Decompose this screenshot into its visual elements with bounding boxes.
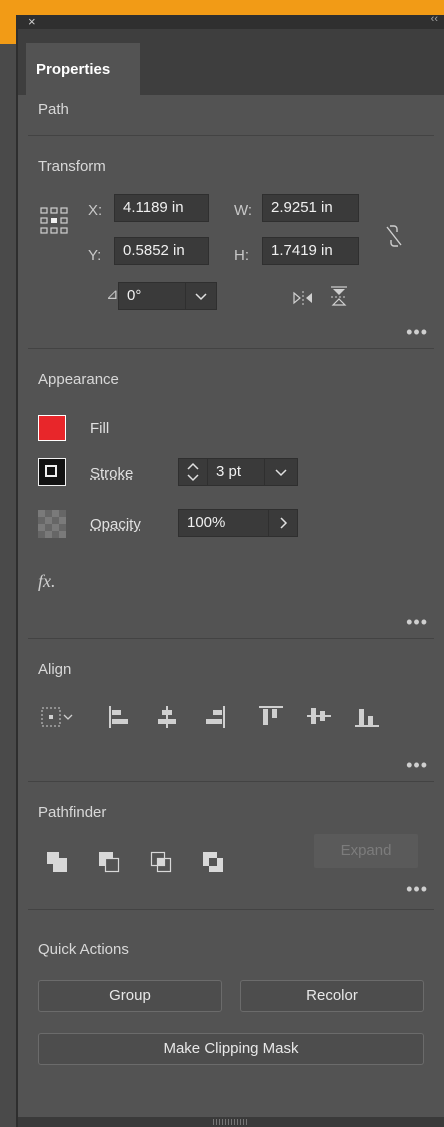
- pathfinder-title: Pathfinder: [38, 804, 107, 821]
- h-field[interactable]: 1.7419 in: [262, 237, 359, 265]
- pathfinder-unite-icon[interactable]: [46, 851, 68, 873]
- stroke-link[interactable]: Stroke: [90, 465, 133, 482]
- divider: [28, 135, 434, 136]
- fill-swatch[interactable]: [38, 415, 66, 441]
- y-label: Y:: [88, 247, 102, 264]
- align-right-icon[interactable]: [204, 705, 226, 729]
- expand-button[interactable]: Expand: [314, 834, 418, 868]
- w-field[interactable]: 2.9251 in: [262, 194, 359, 222]
- stroke-weight-field[interactable]: 3 pt: [207, 458, 265, 486]
- resize-grip[interactable]: [213, 1119, 249, 1125]
- y-field[interactable]: 0.5852 in: [114, 237, 209, 265]
- quick-actions-title: Quick Actions: [38, 941, 129, 958]
- reference-point-icon[interactable]: [40, 207, 68, 235]
- opacity-link[interactable]: Opacity: [90, 516, 141, 533]
- divider: [28, 348, 434, 349]
- x-label: X:: [88, 202, 103, 219]
- appearance-more-button[interactable]: •••: [406, 612, 428, 633]
- align-to-selection-icon[interactable]: [40, 705, 74, 729]
- group-button[interactable]: Group: [38, 980, 222, 1012]
- flip-vertical-icon[interactable]: [330, 286, 348, 308]
- align-vertical-center-icon[interactable]: [306, 705, 332, 727]
- make-clipping-mask-button[interactable]: Make Clipping Mask: [38, 1033, 424, 1065]
- stroke-stepper[interactable]: [178, 458, 208, 486]
- opacity-field[interactable]: 100%: [178, 509, 269, 537]
- divider: [28, 781, 434, 782]
- w-label: W:: [234, 202, 253, 219]
- close-icon[interactable]: ×: [28, 14, 36, 29]
- tab-properties[interactable]: Properties: [26, 43, 140, 95]
- panel-title-strip: × ‹‹: [18, 13, 444, 29]
- stepper-arrows-icon: [187, 462, 199, 482]
- pathfinder-exclude-icon[interactable]: [202, 851, 224, 873]
- flip-horizontal-icon[interactable]: [292, 290, 314, 306]
- object-type-label: Path: [38, 101, 69, 118]
- app-top-bar: [0, 0, 444, 16]
- transform-more-button[interactable]: •••: [406, 322, 428, 343]
- divider: [28, 909, 434, 910]
- chevron-down-icon: [195, 293, 207, 301]
- chevron-down-icon: [275, 469, 287, 477]
- x-field[interactable]: 4.1189 in: [114, 194, 209, 222]
- opacity-checker-icon[interactable]: [38, 510, 66, 538]
- recolor-button[interactable]: Recolor: [240, 980, 424, 1012]
- appearance-title: Appearance: [38, 371, 119, 388]
- transform-title: Transform: [38, 158, 106, 175]
- align-left-icon[interactable]: [108, 705, 130, 729]
- opacity-dropdown[interactable]: [268, 509, 298, 537]
- properties-panel: × ‹‹ Properties Path Transform X: 4.1189…: [16, 13, 444, 1127]
- align-horizontal-center-icon[interactable]: [156, 705, 178, 729]
- chevron-right-icon: [280, 517, 288, 529]
- pathfinder-intersect-icon[interactable]: [150, 851, 172, 873]
- align-more-button[interactable]: •••: [406, 755, 428, 776]
- divider: [28, 638, 434, 639]
- h-label: H:: [234, 247, 249, 264]
- pathfinder-more-button[interactable]: •••: [406, 879, 428, 900]
- rotate-field[interactable]: 0°: [118, 282, 186, 310]
- stroke-swatch[interactable]: [38, 458, 66, 486]
- fx-effects-button[interactable]: fx.: [38, 571, 56, 592]
- rotate-dropdown[interactable]: [185, 282, 217, 310]
- constrain-proportions-icon[interactable]: [384, 223, 404, 249]
- panel-tab-bar: Properties: [18, 29, 444, 95]
- panel-bottom-strip: [18, 1117, 444, 1127]
- stroke-swatch-inner: [45, 465, 57, 477]
- align-bottom-icon[interactable]: [354, 705, 380, 729]
- pathfinder-minus-front-icon[interactable]: [98, 851, 120, 873]
- stroke-weight-dropdown[interactable]: [264, 458, 298, 486]
- fill-label: Fill: [90, 420, 110, 437]
- collapse-icon[interactable]: ‹‹: [431, 13, 438, 25]
- align-title: Align: [38, 661, 72, 678]
- align-top-icon[interactable]: [258, 705, 284, 727]
